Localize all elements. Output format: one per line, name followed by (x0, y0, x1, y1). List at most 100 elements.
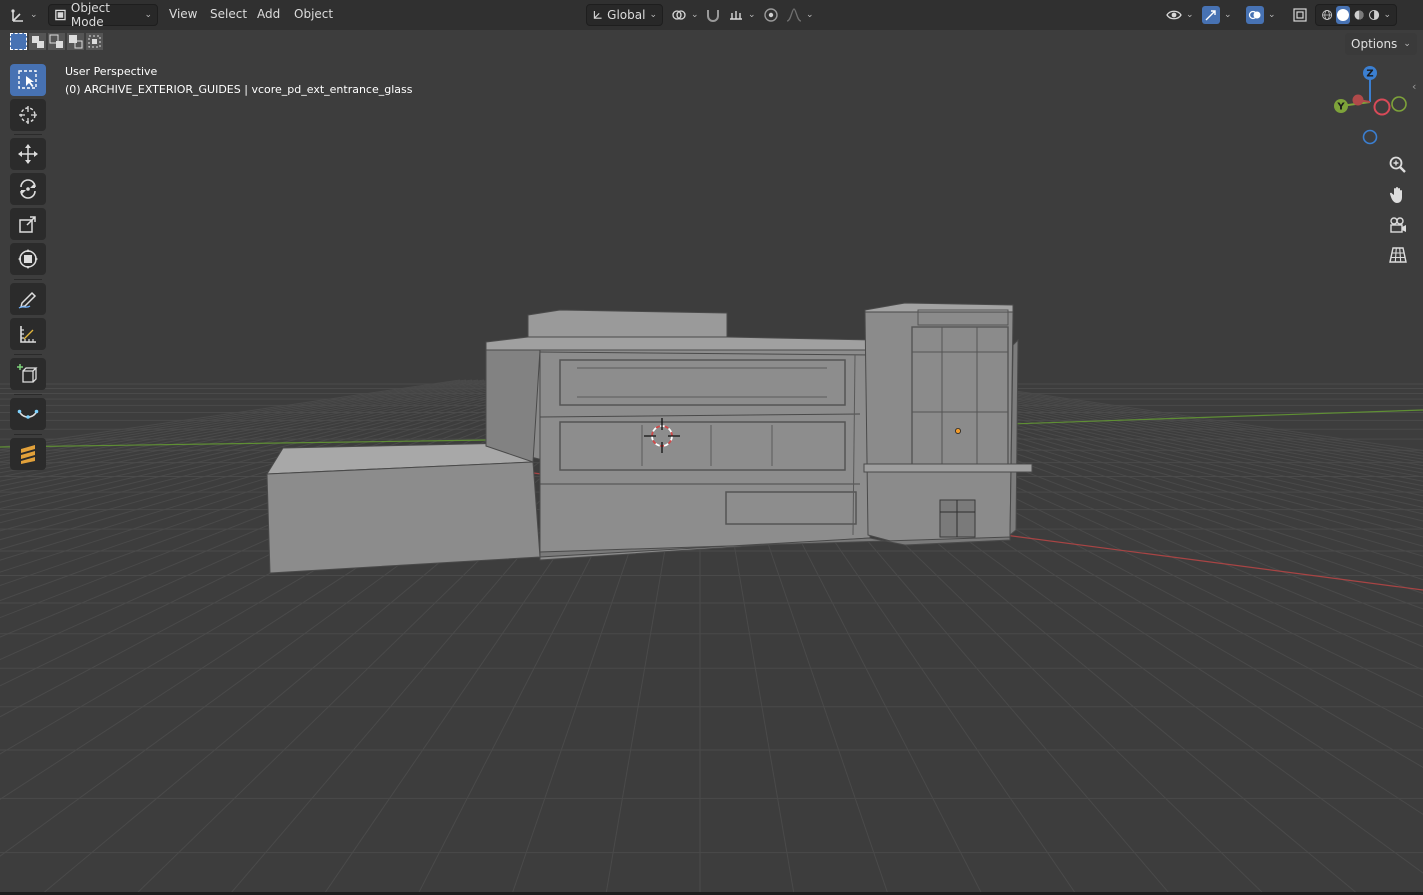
falloff-button[interactable]: ⌄ (786, 4, 814, 26)
pan-button[interactable] (1386, 183, 1410, 207)
menu-select[interactable]: Select (210, 7, 247, 21)
select-mode-subtract-icon[interactable] (48, 33, 65, 50)
camera-view-button[interactable] (1386, 213, 1410, 237)
object-visibility-button[interactable]: ⌄ (1166, 4, 1196, 26)
rotate-icon (20, 179, 36, 199)
select-box-icon (18, 70, 37, 89)
tool-move[interactable] (10, 138, 46, 170)
neg-z-axis-icon[interactable] (1362, 129, 1378, 145)
options-dropdown[interactable]: Options ⌄ (1345, 33, 1417, 55)
overlays-toggle[interactable]: ⌄ (1246, 4, 1284, 26)
move-icon (18, 144, 38, 164)
tool-cursor[interactable] (10, 99, 46, 131)
tool-measure[interactable] (10, 318, 46, 350)
pivot-point-button[interactable]: ⌄ (671, 4, 699, 26)
neg-y-axis-icon[interactable] (1391, 96, 1407, 112)
tool-transform[interactable] (10, 243, 46, 275)
mode-label: Object Mode (70, 1, 110, 29)
snap-target-button[interactable]: ⌄ (728, 4, 756, 26)
chevron-down-icon: ⌄ (748, 10, 756, 20)
measure-ruler-icon (20, 326, 36, 343)
select-mode-invert-icon[interactable] (67, 33, 84, 50)
sidebar-toggle-icon[interactable]: ‹ (1412, 80, 1416, 93)
cursor-tool-icon (19, 106, 37, 124)
grid-perspective-icon (1389, 247, 1407, 263)
3d-viewport[interactable]: User Perspective (0) ARCHIVE_EXTERIOR_GU… (0, 30, 1423, 892)
chevron-down-icon: ⌄ (144, 10, 152, 20)
object-mode-icon (55, 9, 66, 21)
tool-rotate[interactable] (10, 173, 46, 205)
orientation-icon (593, 11, 602, 19)
menu-object[interactable]: Object (294, 7, 333, 21)
chevron-down-icon: ⌄ (649, 10, 657, 20)
axes-icon (11, 9, 23, 22)
select-mode-new-icon[interactable] (10, 33, 27, 50)
rendered-shading-icon[interactable] (1368, 7, 1380, 23)
proportional-edit-icon (764, 8, 778, 22)
chevron-down-icon: ⌄ (1224, 10, 1232, 20)
orientation-label: Global (607, 8, 646, 22)
tool-scale[interactable] (10, 208, 46, 240)
wireframe-shading-icon[interactable] (1321, 7, 1333, 23)
menu-add[interactable]: Add (257, 7, 280, 21)
x-axis-icon[interactable] (1373, 98, 1391, 116)
tool-annotate[interactable] (10, 283, 46, 315)
shading-modes: ⌄ (1315, 4, 1397, 26)
tool-add-cube[interactable] (10, 358, 46, 390)
object-origin[interactable] (955, 427, 962, 434)
zoom-icon (1389, 156, 1406, 173)
material-shading-icon[interactable] (1353, 7, 1365, 23)
camera-icon (1390, 217, 1406, 233)
toolbar-divider (14, 354, 42, 355)
chevron-down-icon: ⌄ (1383, 10, 1392, 20)
navigation-gizmo[interactable]: Z Y (1322, 62, 1412, 152)
active-collection-label: (0) ARCHIVE_EXTERIOR_GUIDES | vcore_pd_e… (65, 83, 413, 96)
tool-curve[interactable] (10, 398, 46, 430)
scene-canvas (0, 302, 1423, 892)
magnet-icon (707, 10, 719, 22)
snap-increment-icon (730, 11, 742, 20)
toolbar-divider (14, 134, 42, 135)
options-label: Options (1351, 37, 1398, 51)
solid-shading-icon[interactable] (1336, 6, 1351, 24)
transform-icon (18, 249, 38, 269)
annotate-pencil-icon (18, 291, 37, 309)
proportional-edit-toggle[interactable] (763, 4, 783, 26)
z-axis-label: Z (1366, 69, 1373, 80)
chevron-down-icon: ⌄ (1186, 10, 1194, 20)
viewport-header: ⌄ Object Mode ⌄ View Select Add Object G… (0, 0, 1423, 31)
perspective-toggle-button[interactable] (1386, 243, 1410, 267)
eye-icon (1166, 10, 1182, 20)
curve-tool-icon (17, 409, 39, 419)
chevron-down-icon: ⌄ (1268, 10, 1276, 20)
neg-x-axis-icon[interactable] (1352, 94, 1364, 106)
xray-icon (1293, 8, 1307, 22)
pivot-icon (672, 10, 686, 20)
snap-toggle[interactable] (705, 4, 725, 26)
blender-window: ⌄ Object Mode ⌄ View Select Add Object G… (0, 0, 1423, 895)
gizmo-icon (1202, 6, 1220, 24)
editor-type-button[interactable]: ⌄ (8, 4, 42, 26)
zoom-button[interactable] (1386, 153, 1410, 177)
toolbar-divider (14, 434, 42, 435)
transform-orientation-dropdown[interactable]: Global ⌄ (586, 4, 663, 26)
tool-select-box[interactable] (10, 64, 46, 96)
select-mode-extend-icon[interactable] (29, 33, 46, 50)
overlays-icon (1246, 6, 1264, 24)
tool-stripe[interactable] (10, 438, 46, 470)
scale-icon (19, 216, 36, 233)
toolbar-divider (14, 279, 42, 280)
menu-view[interactable]: View (169, 7, 197, 21)
falloff-curve-icon (786, 8, 802, 22)
hand-icon (1389, 187, 1402, 203)
stripe-tool-icon (21, 445, 35, 464)
mode-dropdown[interactable]: Object Mode ⌄ (48, 1, 158, 29)
toolbar-divider (14, 394, 42, 395)
gizmo-toggle[interactable]: ⌄ (1202, 4, 1238, 26)
perspective-label: User Perspective (65, 65, 158, 78)
xray-toggle[interactable] (1292, 4, 1310, 26)
chevron-down-icon: ⌄ (30, 10, 38, 20)
chevron-down-icon: ⌄ (691, 10, 699, 20)
select-mode-intersect-icon[interactable] (86, 33, 103, 50)
chevron-down-icon: ⌄ (1403, 39, 1411, 49)
